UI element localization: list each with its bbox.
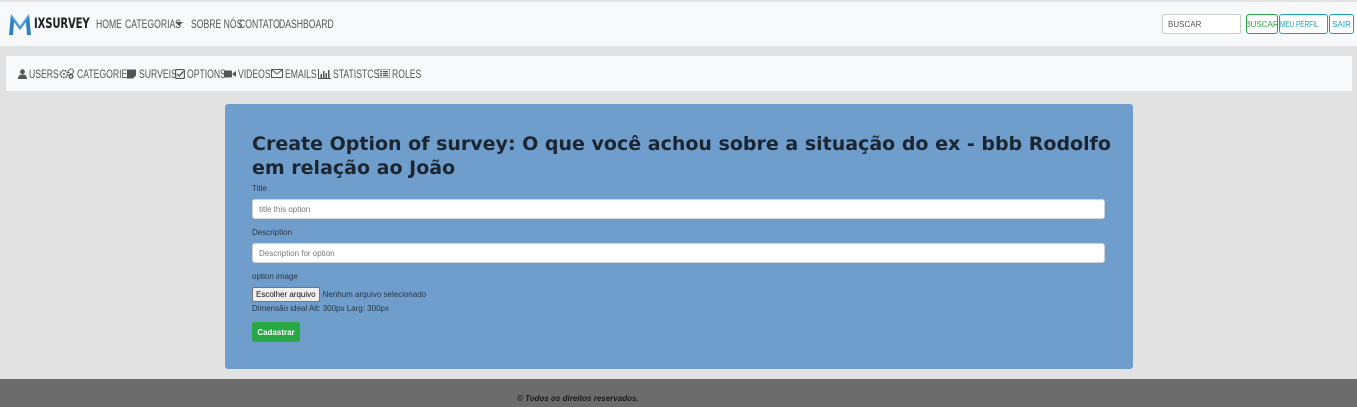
brand-name: IXSURVEY xyxy=(34,16,90,32)
admin-menu-roles-label: ROLES xyxy=(392,66,422,81)
page-title: Create Option of survey: O que você acho… xyxy=(252,133,1111,179)
option-title-input[interactable] xyxy=(252,199,1105,219)
description-label: Description xyxy=(252,228,293,237)
main-nav: HOME CATEGORIAS SOBRE NÓS CONTATO DASHBO… xyxy=(96,17,334,31)
admin-menu-options[interactable]: OPTIONS xyxy=(175,66,226,81)
user-icon xyxy=(18,68,27,79)
search-button[interactable]: BUSCAR xyxy=(1245,14,1279,34)
admin-menu-videos-label: VIDEOS xyxy=(238,66,271,81)
bar-chart-icon xyxy=(318,68,331,79)
admin-menu-surveys-label: SURVEIS xyxy=(139,66,177,81)
choose-file-button[interactable]: Escolher arquivo xyxy=(252,287,320,302)
submit-button[interactable]: Cadastrar xyxy=(252,322,300,342)
admin-menu-surveys[interactable]: SURVEIS xyxy=(127,66,177,81)
nav-dashboard-link[interactable]: DASHBOARD xyxy=(279,17,334,31)
option-image-label: option image xyxy=(252,272,298,281)
admin-menu-categories[interactable]: CATEGORIES xyxy=(59,66,134,81)
admin-menu-statistics-label: STATISTCS xyxy=(333,66,380,81)
top-navbar: IXSURVEY HOME CATEGORIAS SOBRE NÓS CONTA… xyxy=(0,2,1357,46)
list-icon xyxy=(378,69,390,78)
profile-button[interactable]: MEU PERFIL xyxy=(1279,14,1328,34)
copyright-text: © Todos os direitos reservados. xyxy=(517,394,639,403)
envelope-icon xyxy=(271,69,283,78)
admin-menu-users-label: USERS xyxy=(29,66,59,81)
admin-menu-roles[interactable]: ROLES xyxy=(378,66,422,81)
search-input[interactable] xyxy=(1162,14,1241,34)
brand-logo-icon xyxy=(9,14,31,35)
nav-about-link[interactable]: SOBRE NÓS xyxy=(191,17,242,31)
admin-menu-emails-label: EMAILS xyxy=(285,66,317,81)
admin-menu-users[interactable]: USERS xyxy=(18,66,59,81)
file-input: Escolher arquivo Nenhum arquivo selecion… xyxy=(252,287,426,302)
nav-home-link[interactable]: HOME xyxy=(96,17,122,31)
admin-menu-videos[interactable]: VIDEOS xyxy=(224,66,271,81)
image-size-hint: Dimensão ideal Alt: 300px Larg: 300px xyxy=(252,304,389,313)
navbar-actions: BUSCAR MEU PERFIL SAIR xyxy=(1162,14,1354,34)
title-label: Title xyxy=(252,184,267,193)
check-square-icon xyxy=(175,68,185,79)
admin-menu-options-label: OPTIONS xyxy=(187,66,226,81)
nav-contact-link[interactable]: CONTATO xyxy=(239,17,280,31)
cogs-icon xyxy=(59,68,75,79)
admin-menu: USERS CATEGORIES SURVEIS OPTIONS VIDEOS … xyxy=(6,56,1352,91)
admin-menu-statistics[interactable]: STATISTCS xyxy=(318,66,380,81)
admin-menu-categories-label: CATEGORIES xyxy=(77,66,134,81)
profile-button-label: MEU PERFIL xyxy=(1280,19,1319,29)
logout-button[interactable]: SAIR xyxy=(1329,14,1354,34)
admin-menu-emails[interactable]: EMAILS xyxy=(271,66,317,81)
create-option-form: Create Option of survey: O que você acho… xyxy=(225,104,1133,369)
footer: © Todos os direitos reservados. xyxy=(0,379,1357,407)
option-description-input[interactable] xyxy=(252,243,1105,263)
nav-categories-dropdown[interactable]: CATEGORIAS xyxy=(125,17,181,31)
brand[interactable]: IXSURVEY xyxy=(8,11,108,37)
file-status-text: Nenhum arquivo selecionado xyxy=(322,290,427,299)
